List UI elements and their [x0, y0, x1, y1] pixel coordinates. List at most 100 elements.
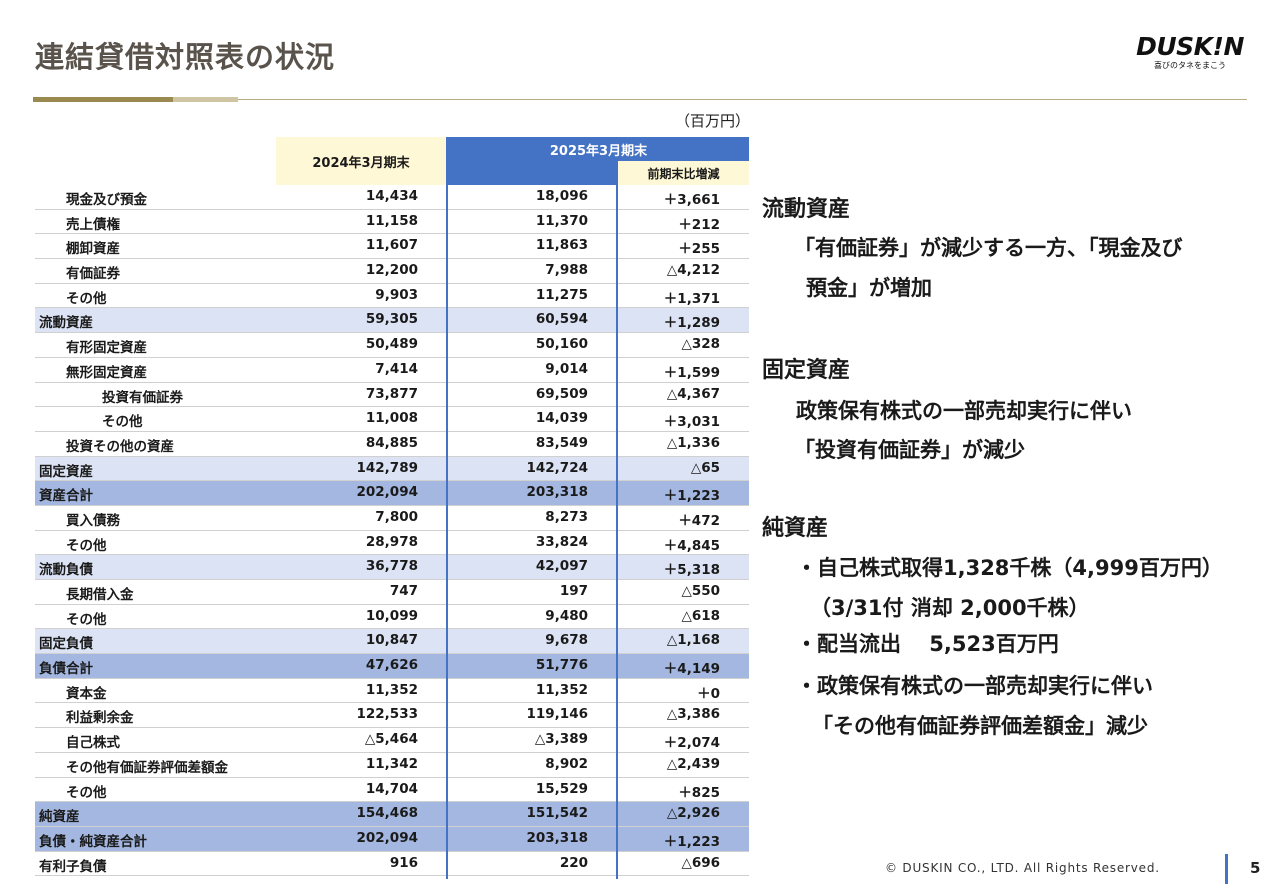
row-label: 自己株式 [66, 735, 120, 752]
table-row: その他 11,008 14,039 ＋3,031 [35, 407, 749, 432]
row-label: 買入債務 [66, 512, 120, 529]
value-2025: 142,724 [526, 459, 589, 476]
value-2025: 60,594 [535, 311, 588, 328]
value-diff: ＋212 [678, 216, 720, 233]
value-diff: △328 [681, 336, 720, 353]
value-diff: △550 [681, 583, 720, 599]
table-row: 負債合計 47,626 51,776 ＋4,149 [35, 654, 749, 679]
value-2024: 11,008 [365, 410, 418, 427]
row-label: その他 [66, 537, 107, 554]
value-2024: 202,094 [356, 484, 419, 501]
value-2024: 7,414 [375, 360, 418, 377]
value-2024: 9,903 [375, 286, 418, 303]
value-diff: ＋3,031 [663, 414, 720, 431]
table-row: 資産合計 202,094 203,318 ＋1,223 [35, 481, 749, 506]
row-label: 固定資産 [39, 463, 93, 480]
table-row: 棚卸資産 11,607 11,863 ＋255 [35, 234, 749, 260]
value-2025: 7,988 [545, 262, 588, 279]
value-2025: 203,318 [526, 484, 589, 501]
table-row: 純資産 154,468 151,542 △2,926 [35, 802, 749, 827]
table-row: 負債・純資産合計 202,094 203,318 ＋1,223 [35, 826, 749, 852]
value-2025: 220 [559, 854, 588, 871]
value-diff: △3,386 [666, 706, 720, 723]
value-2024: 84,885 [365, 434, 418, 451]
row-label: 有価証券 [66, 266, 120, 283]
table-row: 有利子負債 916 220 △696 [35, 852, 749, 877]
value-2025: 69,509 [535, 385, 588, 402]
value-2024: 10,099 [365, 607, 418, 624]
value-2025: 14,039 [535, 410, 588, 427]
value-2025: 8,273 [545, 508, 588, 525]
value-2025: 33,824 [535, 533, 588, 550]
table-row: 自己株式 △5,464 △3,389 ＋2,074 [35, 728, 749, 753]
logo-tagline: 喜びのタネをまこう [1154, 61, 1226, 70]
value-2024: 14,704 [365, 780, 418, 797]
value-diff: △2,926 [666, 805, 720, 822]
row-label: 純資産 [39, 809, 80, 826]
value-2025: △3,389 [534, 731, 588, 748]
value-2025: 15,529 [535, 780, 588, 797]
column-header-2025-blank [448, 161, 616, 185]
page-number: 5 [1250, 859, 1261, 877]
column-header-2024: 2024年3月期末 [276, 137, 446, 185]
row-label: その他有価証券評価差額金 [66, 759, 228, 776]
value-2024: 7,800 [375, 508, 418, 525]
value-2024: 11,342 [365, 755, 418, 772]
value-2025: 11,370 [535, 212, 588, 229]
value-diff: △696 [681, 854, 720, 871]
table-row: その他 9,903 11,275 ＋1,371 [35, 284, 749, 309]
unit-label: （百万円） [674, 112, 750, 130]
value-2024: 36,778 [365, 558, 418, 575]
table-divider-diff [616, 161, 618, 879]
note-heading-fixed-assets: 固定資産 [762, 358, 851, 383]
row-label: 資産合計 [39, 488, 93, 505]
note-line: 「有価証券」が減少する一方、「現金及び [794, 236, 1183, 260]
value-diff: △4,212 [666, 262, 720, 279]
note-heading-current-assets: 流動資産 [762, 197, 851, 222]
value-2025: 83,549 [535, 434, 588, 451]
row-label: 有利子負債 [39, 858, 107, 875]
logo-wordmark: DUSK!N [1136, 32, 1244, 61]
value-2025: 11,863 [535, 237, 588, 254]
row-label: 負債合計 [39, 661, 93, 678]
row-label: 負債・純資産合計 [39, 833, 147, 850]
value-2024: 916 [389, 854, 418, 871]
note-line: 「投資有価証券」が減少 [794, 438, 1025, 462]
value-diff: ＋2,074 [663, 735, 720, 752]
value-2025: 11,275 [535, 286, 588, 303]
row-label: 現金及び預金 [66, 192, 147, 208]
header-rule-accent [33, 97, 173, 102]
value-2024: 142,789 [356, 459, 419, 476]
table-row: 有価証券 12,200 7,988 △4,212 [35, 259, 749, 284]
note-line: （3/31付 消却 2,000千株） [810, 596, 1090, 620]
value-2025: 18,096 [535, 188, 588, 204]
table-row: その他 14,704 15,529 ＋825 [35, 778, 749, 803]
value-diff: ＋4,845 [663, 537, 720, 554]
row-label: 資本金 [66, 685, 107, 702]
row-label: 無形固定資産 [66, 364, 147, 381]
table-row: 売上債権 11,158 11,370 ＋212 [35, 210, 749, 235]
note-line: 「その他有価証券評価差額金」減少 [812, 714, 1148, 738]
note-line: 預金」が増加 [806, 276, 932, 300]
row-label: 固定負債 [39, 636, 93, 653]
table-row: 固定負債 10,847 9,678 △1,168 [35, 629, 749, 655]
table-row: 資本金 11,352 11,352 ＋0 [35, 679, 749, 704]
value-diff: ＋472 [678, 512, 720, 529]
value-2024: 11,158 [365, 212, 418, 229]
value-diff: ＋1,371 [663, 290, 720, 307]
note-line: 政策保有株式の一部売却実行に伴い [796, 399, 1132, 423]
table-row: 投資その他の資産 84,885 83,549 △1,336 [35, 432, 749, 457]
table-row: 現金及び預金 14,434 18,096 ＋3,661 [35, 185, 749, 210]
value-diff: ＋4,149 [663, 661, 720, 678]
row-label: 利益剰余金 [66, 710, 134, 727]
value-diff: ＋1,289 [663, 315, 720, 332]
table-row: 買入債務 7,800 8,273 ＋472 [35, 506, 749, 531]
balance-sheet-table: 現金及び預金 14,434 18,096 ＋3,661 売上債権 11,158 11,370… [35, 185, 749, 877]
note-line: ・配当流出 5,523百万円 [796, 632, 1059, 656]
value-2024: 12,200 [365, 262, 418, 279]
row-label: 投資有価証券 [102, 389, 183, 406]
value-2024: 122,533 [356, 706, 419, 723]
value-2025: 42,097 [535, 558, 588, 575]
value-2024: 747 [389, 583, 418, 599]
note-line: ・政策保有株式の一部売却実行に伴い [796, 674, 1153, 698]
